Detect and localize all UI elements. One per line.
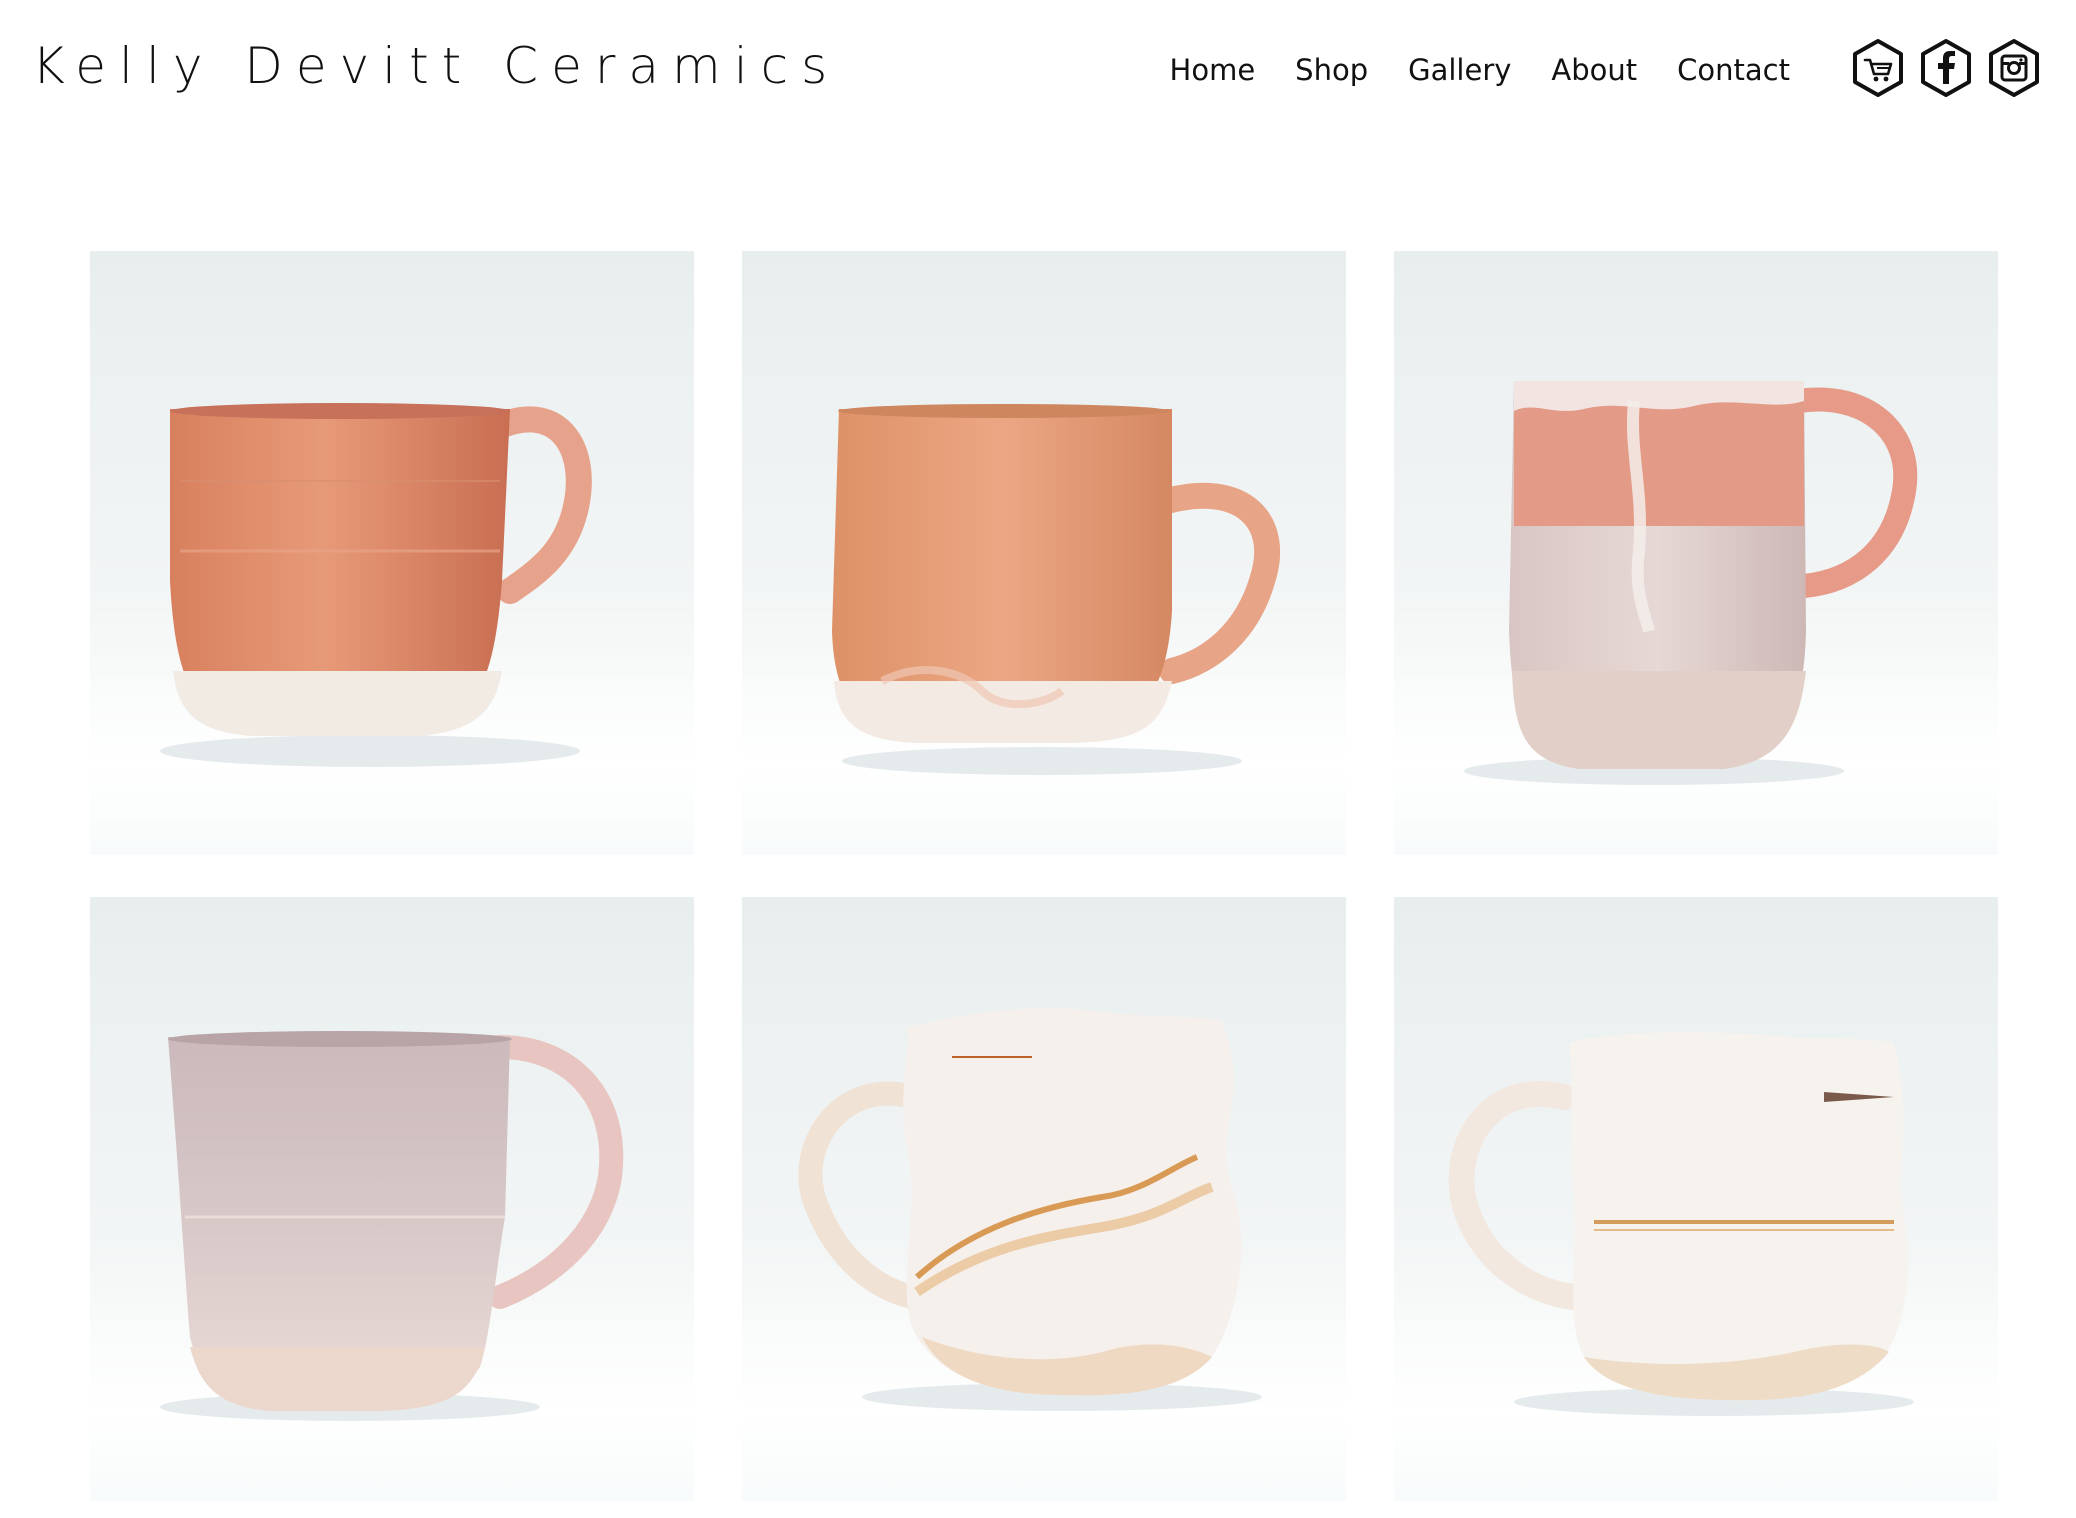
nav-shop[interactable]: Shop bbox=[1295, 50, 1368, 90]
gallery-image-coral-mug[interactable] bbox=[90, 251, 694, 855]
white-etched-mug-illustration bbox=[1448, 1032, 1914, 1416]
social-links bbox=[1852, 38, 2040, 98]
site-title[interactable]: Kelly Devitt Ceramics bbox=[32, 36, 840, 96]
pink-drip-mug-illustration bbox=[1464, 381, 1918, 785]
coral-mug-illustration bbox=[160, 403, 592, 767]
white-sgraffito-mug-illustration bbox=[798, 1007, 1262, 1411]
nav-about[interactable]: About bbox=[1551, 50, 1637, 90]
site-header: Kelly Devitt Ceramics Home Shop Gallery … bbox=[0, 0, 2076, 140]
gallery-image-pink-drip-mug[interactable] bbox=[1394, 251, 1998, 855]
gallery-image-peach-mug[interactable] bbox=[742, 251, 1346, 855]
nav-gallery[interactable]: Gallery bbox=[1408, 50, 1511, 90]
gallery-image-white-etched-mug[interactable] bbox=[1394, 897, 1998, 1501]
facebook-icon[interactable] bbox=[1920, 38, 1972, 98]
lavender-mug-illustration bbox=[160, 1031, 624, 1421]
nav-home[interactable]: Home bbox=[1170, 50, 1256, 90]
gallery-image-white-sgraffito-mug[interactable] bbox=[742, 897, 1346, 1501]
instagram-icon[interactable] bbox=[1988, 38, 2040, 98]
cart-icon[interactable] bbox=[1852, 38, 1904, 98]
nav-contact[interactable]: Contact bbox=[1677, 50, 1790, 90]
gallery-image-lavender-mug[interactable] bbox=[90, 897, 694, 1501]
peach-mug-illustration bbox=[832, 404, 1280, 775]
gallery-grid bbox=[90, 251, 1998, 1501]
main-nav: Home Shop Gallery About Contact bbox=[1170, 50, 1790, 90]
